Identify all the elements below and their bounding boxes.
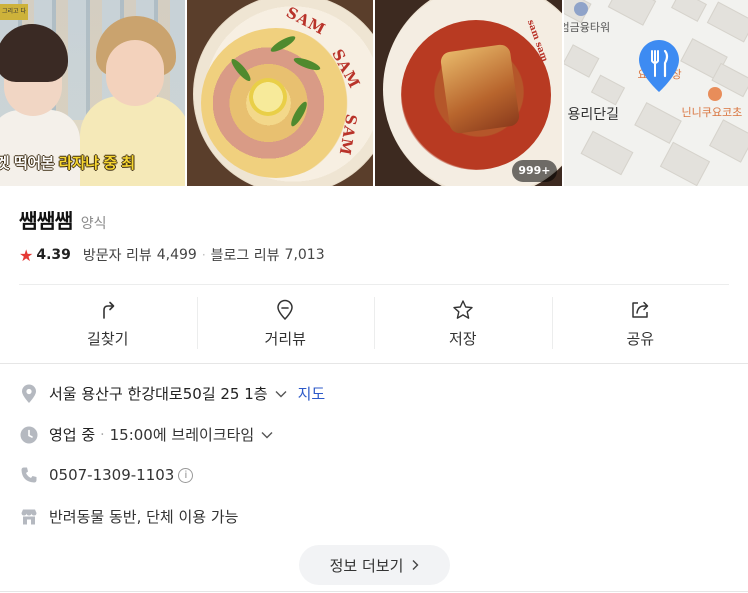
review-summary: ★ 4.39 방문자 리뷰 4,499 · 블로그 리뷰 7,013: [19, 245, 325, 265]
map-block: [670, 0, 707, 22]
photo-strip: 그리고 다 겟 떡어본 라자냐 중 최 SAM SAM SAM sam sam …: [0, 0, 748, 186]
blog-review-count[interactable]: 7,013: [285, 247, 325, 263]
video-caption-highlight: 라자냐 중 최: [58, 154, 135, 172]
video-thumbnail[interactable]: 그리고 다 겟 떡어본 라자냐 중 최: [0, 0, 185, 186]
street-view-button[interactable]: 거리뷰: [196, 285, 375, 363]
share-button[interactable]: 공유: [551, 285, 730, 363]
hours-detail[interactable]: 15:00에 브레이크타임: [110, 424, 255, 445]
directions-button[interactable]: 길찾기: [19, 285, 197, 363]
share-icon: [629, 299, 651, 321]
place-category: 양식: [80, 216, 107, 232]
directions-label: 길찾기: [87, 330, 129, 348]
photo-count-badge: 999+: [512, 160, 557, 182]
chevron-down-icon[interactable]: [274, 389, 288, 399]
person-left: [0, 110, 80, 186]
lasagna-photo[interactable]: sam sam 999+: [375, 0, 562, 186]
map-block: [563, 44, 599, 78]
phone-row: 0507-1309-1103 i: [19, 465, 719, 485]
lasagna: [439, 43, 521, 135]
place-header: 쌤쌤쌤 양식: [19, 205, 106, 234]
map-road-label: 용리단길: [567, 107, 620, 123]
visitor-review-label[interactable]: 방문자 리뷰: [83, 245, 152, 265]
more-info-label: 정보 더보기: [329, 556, 404, 575]
map-poi-top: 엄금융타워: [563, 21, 611, 34]
map-block: [590, 74, 625, 106]
amenities-row: 반려동물 동반, 단체 이용 가능: [19, 506, 719, 527]
video-caption: 겟 떡어본 라자냐 중 최: [0, 152, 135, 173]
map-block: [706, 1, 748, 43]
map-block: [580, 130, 633, 176]
rating-star-icon: ★: [19, 245, 34, 265]
address-row: 서울 용산구 한강대로50길 25 1층 지도: [19, 383, 719, 404]
map-poi-right: 닌니쿠요코초: [681, 106, 743, 119]
directions-icon: [97, 299, 119, 321]
map-block: [708, 119, 748, 163]
video-corner-label: 그리고 다: [0, 4, 28, 20]
rating-score: 4.39: [36, 247, 71, 263]
restaurant-poi-icon: [707, 87, 722, 101]
map-thumbnail[interactable]: 엄금융타워 용리단길 닌니쿠요코초 요 장: [563, 0, 748, 186]
star-icon: [452, 299, 474, 321]
action-bar: 길찾기 거리뷰 저장 공유: [19, 285, 729, 363]
map-link[interactable]: 지도: [298, 383, 326, 404]
street-view-icon: [274, 299, 296, 321]
map-block: [659, 141, 710, 186]
amenities-text: 반려동물 동반, 단체 이용 가능: [49, 508, 239, 526]
share-label: 공유: [626, 330, 655, 348]
section-divider: [0, 363, 748, 364]
separator-dot: ·: [201, 248, 206, 262]
hours-row: 영업 중 · 15:00에 브레이크타임: [19, 424, 719, 445]
location-pin-icon: [19, 384, 39, 404]
bottom-divider: [0, 591, 748, 592]
lemon-slice: [248, 78, 287, 116]
chevron-right-icon: [412, 560, 419, 570]
phone-icon: [19, 465, 39, 485]
chevron-down-icon[interactable]: [260, 430, 274, 440]
clock-icon: [19, 425, 39, 445]
visitor-review-count[interactable]: 4,499: [157, 247, 197, 263]
building-icon: [573, 2, 588, 16]
more-info-button[interactable]: 정보 더보기: [299, 545, 450, 585]
map-pin-icon: [638, 40, 679, 92]
map-block: [633, 102, 682, 144]
map-block: [607, 0, 656, 26]
pasta-photo[interactable]: SAM SAM SAM: [186, 0, 373, 186]
address-text[interactable]: 서울 용산구 한강대로50길 25 1층: [49, 383, 268, 404]
info-icon[interactable]: i: [178, 467, 194, 483]
phone-number[interactable]: 0507-1309-1103: [49, 466, 174, 484]
separator-dot: ·: [100, 426, 105, 443]
street-view-label: 거리뷰: [264, 330, 306, 348]
hours-status[interactable]: 영업 중: [49, 424, 95, 445]
video-caption-prefix: 겟 떡어본: [0, 154, 54, 172]
save-button[interactable]: 저장: [374, 285, 552, 363]
person-right-face: [106, 40, 164, 106]
place-name: 쌤쌤쌤: [19, 209, 73, 233]
save-label: 저장: [448, 330, 477, 348]
blog-review-label[interactable]: 블로그 리뷰: [211, 245, 280, 265]
store-icon: [19, 507, 39, 527]
